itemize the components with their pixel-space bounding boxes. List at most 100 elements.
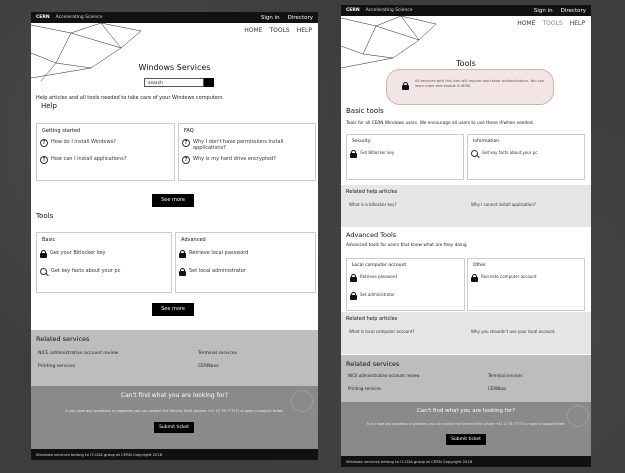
support-text: If you have any questions or problems yo… (366, 422, 566, 426)
nav-home[interactable]: HOME (244, 27, 262, 34)
submit-ticket-button[interactable]: Submit ticket (446, 434, 486, 445)
intro-text: Help articles and all tools needed to ta… (36, 95, 223, 101)
help-link[interactable]: Why I cannot install application? (471, 202, 536, 207)
list-item[interactable]: ? How can I install applications? (40, 156, 170, 164)
top-bar: CERN Accelerating Science Sign in Direct… (31, 12, 318, 23)
submit-ticket-button[interactable]: Submit ticket (154, 422, 194, 433)
related-link[interactable]: Printing services (348, 386, 381, 391)
related-link[interactable]: NICE administrative account review (348, 373, 419, 378)
card-title: Security (352, 139, 371, 144)
search-bar: search (144, 78, 214, 87)
lock-icon (471, 274, 478, 282)
search-input[interactable]: search (144, 78, 204, 87)
list-item[interactable]: Get Bitlocker key (350, 150, 394, 158)
help-heading: Help (41, 102, 57, 110)
information-card: Information Get key facts about your pc (467, 134, 585, 180)
card-title: FAQ (184, 128, 194, 134)
related-help-basic: Related help articles What is a bitlocke… (341, 185, 591, 227)
related-link[interactable]: NICE administrative account review (38, 351, 118, 356)
card-title: Basic (42, 237, 56, 243)
nav-help[interactable]: HELP (297, 27, 312, 34)
question-icon: ? (40, 139, 48, 147)
security-card: Security Get Bitlocker key (346, 134, 464, 180)
item-label: Set administrator (360, 292, 395, 297)
list-item[interactable]: Retrieve password (350, 274, 397, 282)
two-factor-notice: All services with this icon will require… (386, 69, 554, 105)
tagline: Accelerating Science (365, 8, 413, 13)
item-label: Why I don't have permissions install app… (193, 139, 284, 151)
hero: HOME TOOLS HELP Tools (341, 16, 591, 76)
question-icon: ? (182, 156, 190, 164)
see-more-button[interactable]: See more (152, 194, 194, 207)
main-nav: HOME TOOLS HELP (244, 27, 312, 34)
basic-tools-heading: Basic tools (346, 107, 384, 115)
page-title: Tools (456, 59, 476, 68)
signin-link[interactable]: Sign in (534, 8, 553, 14)
list-item[interactable]: Get key facts about your pc (471, 150, 537, 158)
directory-link[interactable]: Directory (561, 8, 586, 14)
see-more-button[interactable]: See more (152, 303, 194, 316)
item-label: Retrieve password (360, 274, 397, 279)
lock-icon (179, 268, 186, 276)
cern-seal-icon (567, 405, 589, 427)
list-item[interactable]: Get your Bitlocker key (40, 250, 106, 258)
nav-help[interactable]: HELP (570, 20, 585, 27)
help-link[interactable]: What is a bitlocker key? (349, 202, 397, 207)
lock-icon (350, 274, 357, 282)
related-link[interactable]: Terminal services (198, 351, 237, 356)
advanced-card: Advanced Retrieve local password Set loc… (175, 232, 316, 293)
list-item[interactable]: ? How do I install Windows? (40, 139, 170, 147)
list-item[interactable]: Recreate computer account (471, 274, 537, 282)
nav-home[interactable]: HOME (517, 20, 535, 27)
related-help-title: Related help articles (346, 189, 398, 195)
related-link[interactable]: Printing services (38, 364, 75, 369)
card-title: Other (473, 263, 486, 268)
card-title: Advanced (181, 237, 206, 243)
item-label: Get key facts about your pc (482, 150, 538, 155)
nav-tools[interactable]: TOOLS (542, 20, 562, 27)
list-item[interactable]: Set administrator (350, 292, 395, 300)
help-link[interactable]: Why you shouldn't use your local account (471, 329, 555, 334)
list-item[interactable]: Retrieve local password (179, 250, 248, 258)
related-link[interactable]: Terminal services (488, 373, 523, 378)
lock-icon (350, 292, 357, 300)
footer: Windows services belong to IT-CDA group … (341, 456, 591, 467)
support-heading: Can't find what you are looking for? (120, 392, 229, 399)
related-services: Related services NICE administrative acc… (341, 355, 591, 402)
related-link[interactable]: CERNbox (198, 364, 219, 369)
cern-logo[interactable]: CERN (346, 8, 360, 13)
getting-started-card: Getting started ? How do I install Windo… (36, 123, 175, 181)
list-item[interactable]: Get key facts about your pc (40, 268, 120, 276)
tagline: Accelerating Science (55, 15, 103, 20)
related-title: Related services (346, 360, 400, 368)
list-item[interactable]: ? Why is my hard drive encrypted? (182, 156, 312, 164)
directory-link[interactable]: Directory (288, 15, 313, 21)
card-title: Local computer account (352, 263, 407, 268)
card-title: Information (473, 139, 500, 144)
question-icon: ? (40, 156, 48, 164)
signin-link[interactable]: Sign in (261, 15, 280, 21)
other-card: Other Recreate computer account (467, 258, 585, 311)
item-label: Why is my hard drive encrypted? (193, 156, 276, 162)
search-button[interactable] (204, 78, 214, 87)
support-text: If you have any questions or problems yo… (65, 409, 284, 413)
help-link[interactable]: What is local computer account? (349, 329, 414, 334)
magnifier-icon (471, 150, 479, 158)
magnifier-icon (40, 268, 48, 276)
related-services: Related services NICE administrative acc… (31, 330, 318, 386)
nav-tools[interactable]: TOOLS (269, 27, 289, 34)
list-item[interactable]: Set local administrator (179, 268, 246, 276)
advanced-tools-intro: Advanced tools for users that know what … (346, 243, 467, 248)
related-help-title: Related help articles (346, 316, 398, 322)
list-item[interactable]: ? Why I don't have permissions install a… (182, 139, 297, 151)
lock-icon (179, 250, 186, 258)
support-section: Can't find what you are looking for? If … (341, 402, 591, 456)
lock-icon (402, 82, 409, 90)
cern-logo[interactable]: CERN (36, 15, 50, 20)
tools-heading: Tools (36, 212, 54, 220)
item-label: Retrieve local password (189, 250, 249, 256)
top-bar: CERN Accelerating Science Sign in Direct… (341, 5, 591, 16)
lock-icon (350, 150, 357, 158)
question-icon: ? (182, 139, 190, 147)
related-link[interactable]: CERNbox (488, 386, 506, 391)
